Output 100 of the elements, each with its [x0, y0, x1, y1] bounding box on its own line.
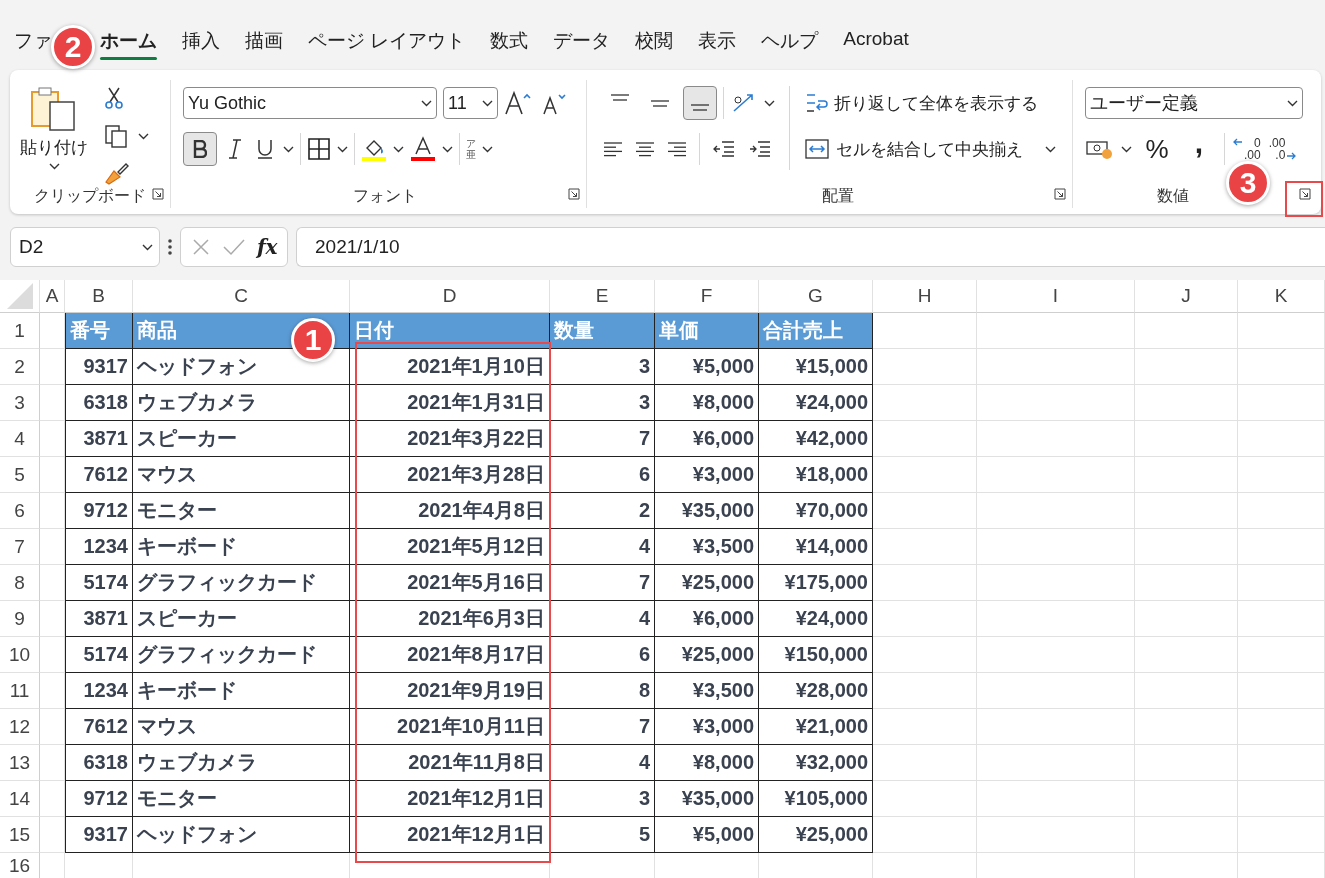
brush-icon[interactable]: [104, 162, 130, 186]
chevron-down-icon[interactable]: [393, 145, 404, 153]
ribbon-tab[interactable]: 描画: [245, 28, 283, 60]
chevron-down-icon[interactable]: [1121, 145, 1132, 153]
table-cell: ¥105,000: [759, 781, 873, 817]
table-cell: グラフィックカード: [133, 637, 350, 673]
chevron-down-icon[interactable]: [138, 132, 149, 140]
table-cell: ¥28,000: [759, 673, 873, 709]
dialog-launcher-icon[interactable]: [1054, 188, 1066, 200]
table-cell: 6318: [65, 745, 133, 781]
ribbon-tab[interactable]: ホーム: [100, 28, 157, 60]
table-header-cell: 単価: [655, 313, 759, 349]
group-label: 配置: [821, 186, 854, 206]
chevron-down-icon[interactable]: [482, 145, 493, 153]
table-cell: 3: [550, 781, 655, 817]
chevron-down-icon[interactable]: [482, 99, 493, 107]
merge-center-button[interactable]: セルを結合して中央揃え: [804, 137, 1023, 161]
ribbon-tab[interactable]: ページ レイアウト: [308, 28, 466, 60]
align-left-icon[interactable]: [603, 141, 623, 157]
table-cell: モニター: [133, 781, 350, 817]
scissors-icon[interactable]: [104, 86, 124, 110]
insert-function-button[interactable]: fx: [256, 235, 278, 259]
chevron-down-icon[interactable]: [1287, 99, 1298, 107]
dialog-launcher-icon[interactable]: [152, 188, 164, 200]
chevron-down-icon[interactable]: [48, 163, 60, 170]
table-cell: マウス: [133, 709, 350, 745]
decimal-button[interactable]: 0 .00: [1233, 137, 1261, 161]
table-cell: キーボード: [133, 673, 350, 709]
comma-button[interactable]: ,: [1182, 132, 1216, 166]
table-cell: 7: [550, 709, 655, 745]
name-box[interactable]: D2: [10, 227, 160, 267]
table-cell: 5: [550, 817, 655, 853]
phonetic-guide-button[interactable]: ア 亜: [466, 138, 476, 160]
wrap-text-button[interactable]: 折り返して全体を表示する: [804, 91, 1038, 115]
bold-button[interactable]: [183, 132, 217, 166]
ribbon-tab[interactable]: 数式: [490, 28, 529, 60]
chevron-down-icon[interactable]: [1045, 145, 1056, 153]
copy-icon[interactable]: [104, 124, 130, 148]
vertical-align-button[interactable]: [683, 86, 717, 120]
chevron-down-icon[interactable]: [764, 99, 775, 107]
chevron-down-icon[interactable]: [283, 145, 294, 153]
ribbon-tab[interactable]: 表示: [698, 28, 737, 60]
table-cell: ¥21,000: [759, 709, 873, 745]
group-label: クリップボード: [34, 186, 146, 206]
highlight-frame: [1285, 181, 1323, 217]
increase-indent-icon[interactable]: [748, 140, 772, 158]
table-cell: ¥150,000: [759, 637, 873, 673]
table-cell: ¥8,000: [655, 385, 759, 421]
table-cell: ¥35,000: [655, 781, 759, 817]
ribbon-tab[interactable]: Acrobat: [843, 28, 909, 60]
table-cell: ¥6,000: [655, 421, 759, 457]
table-cell: ¥25,000: [759, 817, 873, 853]
paste-button[interactable]: 貼り付け: [10, 80, 94, 186]
chevron-down-icon[interactable]: [142, 243, 153, 251]
table-header-cell: 番号: [65, 313, 133, 349]
dialog-launcher-icon[interactable]: [1299, 188, 1311, 200]
merge-cells-icon: [804, 137, 830, 161]
table-cell: 1234: [65, 673, 133, 709]
formula-input[interactable]: 2021/1/10: [296, 227, 1325, 267]
dialog-launcher-icon[interactable]: [568, 188, 580, 200]
table-cell: ¥32,000: [759, 745, 873, 781]
table-cell: ¥25,000: [655, 565, 759, 601]
percent-button[interactable]: %: [1140, 132, 1174, 166]
table-cell: 1234: [65, 529, 133, 565]
table-cell: ¥3,000: [655, 457, 759, 493]
table-cell: ¥5,000: [655, 817, 759, 853]
ribbon-tab[interactable]: データ: [553, 28, 611, 60]
ribbon-tab[interactable]: 挿入: [182, 28, 220, 60]
table-cell: ¥15,000: [759, 349, 873, 385]
table-cell: グラフィックカード: [133, 565, 350, 601]
font-name-dropdown[interactable]: Yu Gothic: [183, 87, 437, 119]
table-cell: 2: [550, 493, 655, 529]
decrease-indent-icon[interactable]: [712, 140, 736, 158]
font-size-dropdown[interactable]: 11: [443, 87, 498, 119]
table-cell: ¥24,000: [759, 601, 873, 637]
table-cell: ヘッドフォン: [133, 817, 350, 853]
borders-icon[interactable]: [307, 137, 331, 161]
more-options-icon[interactable]: [168, 238, 172, 256]
ribbon-tab[interactable]: 校閲: [635, 28, 674, 60]
chevron-down-icon[interactable]: [442, 145, 453, 153]
ribbon-tab[interactable]: ファ: [14, 28, 52, 60]
table-cell: ヘッドフォン: [133, 349, 350, 385]
align-lines-icon: [651, 99, 669, 107]
table-cell: 3: [550, 349, 655, 385]
font-color-icon[interactable]: [410, 136, 436, 162]
decimal-button[interactable]: .00 .0: [1268, 137, 1297, 161]
table-cell: 8: [550, 673, 655, 709]
table-cell: ¥5,000: [655, 349, 759, 385]
table-cell: スピーカー: [133, 421, 350, 457]
table-cell: ウェブカメラ: [133, 385, 350, 421]
chevron-down-icon[interactable]: [337, 145, 348, 153]
number-format-dropdown[interactable]: ユーザー定義: [1085, 87, 1303, 119]
group-label: 数値: [1157, 186, 1189, 206]
table-cell: 6: [550, 637, 655, 673]
align-right-icon[interactable]: [667, 141, 687, 157]
ribbon-tab[interactable]: ヘルプ: [761, 28, 819, 60]
align-lines-icon: [691, 104, 709, 111]
chevron-down-icon[interactable]: [421, 99, 432, 107]
align-center-icon[interactable]: [635, 141, 655, 157]
table-cell: ¥25,000: [655, 637, 759, 673]
